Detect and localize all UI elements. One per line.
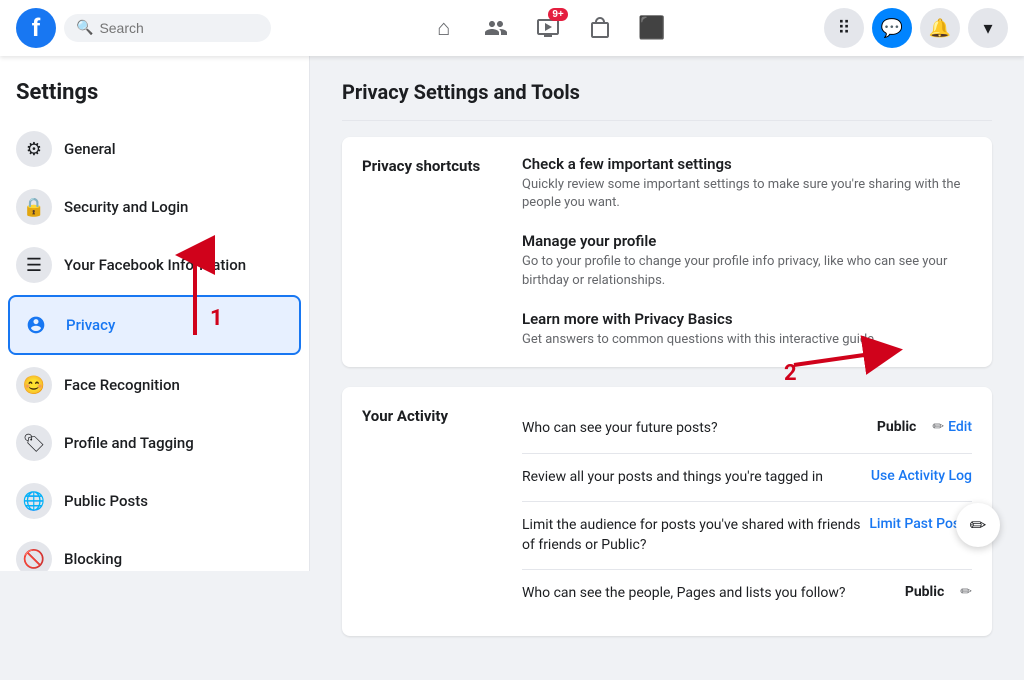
grid-icon-btn[interactable]: ⠿ [824,8,864,48]
sidebar-item-security[interactable]: 🔒 Security and Login [8,179,301,235]
privacy-shortcuts-content: Check a few important settings Quickly r… [522,155,972,349]
activity-item-1: Review all your posts and things you're … [522,454,972,503]
topnav-right: ⠿ 💬 🔔 ▾ [824,8,1008,48]
sidebar-label-facebook-info: Your Facebook Information [64,256,246,274]
activity-right-0: Public ✏ Edit [877,419,972,435]
your-activity-row: Your Activity Who can see your future po… [362,387,972,636]
face-recognition-icon: 😊 [16,367,52,403]
activity-value-0: Public [877,419,916,435]
activity-item-3: Who can see the people, Pages and lists … [522,570,972,618]
activity-item-2: Limit the audience for posts you've shar… [522,502,972,570]
sidebar-label-public-posts: Public Posts [64,492,148,510]
privacy-icon [18,307,54,343]
your-activity-label: Your Activity [362,405,522,425]
sidebar-item-facebook-info[interactable]: ☰ Your Facebook Information [8,237,301,293]
activity-text-2: Limit the audience for posts you've shar… [522,516,869,555]
shortcut-desc-1: Go to your profile to change your profil… [522,253,972,289]
privacy-shortcuts-row: Privacy shortcuts Check a few important … [362,137,972,367]
shortcut-desc-0: Quickly review some important settings t… [522,176,972,212]
blocking-icon: 🚫 [16,541,52,571]
facebook-info-icon: ☰ [16,247,52,283]
watch-badge: 9+ [548,8,567,21]
security-icon: 🔒 [16,189,52,225]
notifications-btn[interactable]: 🔔 [920,8,960,48]
topnav-center: ⌂ 9+ ⬛ [271,4,824,52]
sidebar-item-public-posts[interactable]: 🌐 Public Posts [8,473,301,529]
marketplace-nav-btn[interactable] [576,4,624,52]
activity-item-0: Who can see your future posts? Public ✏ … [522,405,972,454]
facebook-logo[interactable]: f [16,8,56,48]
your-activity-section: Your Activity Who can see your future po… [342,387,992,636]
sidebar-label-privacy: Privacy [66,316,115,334]
account-btn[interactable]: ▾ [968,8,1008,48]
search-input[interactable] [99,20,259,36]
shortcut-item-1: Manage your profile Go to your profile t… [522,232,972,289]
topnav-left: f 🔍 [16,8,271,48]
sidebar-label-profile-tagging: Profile and Tagging [64,434,194,452]
activity-value-3: Public [905,584,944,600]
privacy-shortcuts-label: Privacy shortcuts [362,155,522,175]
fab-edit-button[interactable]: ✏ [956,503,1000,547]
profile-tagging-icon: 🏷 [16,425,52,461]
use-activity-log-link[interactable]: Use Activity Log [871,468,972,484]
gaming-nav-btn[interactable]: ⬛ [628,4,676,52]
sidebar-title: Settings [8,72,301,121]
activity-text-3: Who can see the people, Pages and lists … [522,584,905,604]
general-icon: ⚙ [16,131,52,167]
sidebar-item-blocking[interactable]: 🚫 Blocking [8,531,301,571]
activity-right-3: Public ✏ [905,584,972,600]
watch-nav-btn[interactable]: 9+ [524,4,572,52]
your-activity-content: Who can see your future posts? Public ✏ … [522,405,972,618]
sidebar-item-general[interactable]: ⚙ General [8,121,301,177]
sidebar-item-profile-tagging[interactable]: 🏷 Profile and Tagging [8,415,301,471]
edit-pencil-icon: ✏ [932,419,944,435]
shortcut-item-0: Check a few important settings Quickly r… [522,155,972,212]
shortcut-title-2[interactable]: Learn more with Privacy Basics [522,310,972,328]
sidebar-label-blocking: Blocking [64,550,122,568]
home-nav-btn[interactable]: ⌂ [420,4,468,52]
sidebar-item-face-recognition[interactable]: 😊 Face Recognition [8,357,301,413]
shortcut-title-0[interactable]: Check a few important settings [522,155,972,173]
activity-text-1: Review all your posts and things you're … [522,468,871,488]
edit-future-posts-link[interactable]: ✏ Edit [932,419,972,435]
search-icon: 🔍 [76,20,93,36]
layout: Settings ⚙ General 🔒 Security and Login … [0,56,1024,680]
edit-follow-icon[interactable]: ✏ [960,584,972,600]
title-divider [342,120,992,121]
sidebar-label-general: General [64,140,116,158]
page-title: Privacy Settings and Tools [342,80,992,104]
sidebar-item-privacy[interactable]: Privacy [8,295,301,355]
activity-right-1: Use Activity Log [871,468,972,484]
messenger-btn[interactable]: 💬 [872,8,912,48]
shortcut-title-1[interactable]: Manage your profile [522,232,972,250]
sidebar-label-face-recognition: Face Recognition [64,376,180,394]
fab-edit-icon: ✏ [970,513,987,537]
activity-text-0: Who can see your future posts? [522,419,877,439]
shortcut-desc-2: Get answers to common questions with thi… [522,331,972,349]
topnav: f 🔍 ⌂ 9+ ⬛ ⠿ 💬 🔔 ▾ [0,0,1024,56]
shortcut-item-2: Learn more with Privacy Basics Get answe… [522,310,972,349]
friends-nav-btn[interactable] [472,4,520,52]
search-box[interactable]: 🔍 [64,14,271,42]
sidebar-label-security: Security and Login [64,198,188,216]
privacy-shortcuts-section: Privacy shortcuts Check a few important … [342,137,992,367]
sidebar: Settings ⚙ General 🔒 Security and Login … [0,56,310,571]
main-content: Privacy Settings and Tools Privacy short… [310,56,1024,680]
public-posts-icon: 🌐 [16,483,52,519]
